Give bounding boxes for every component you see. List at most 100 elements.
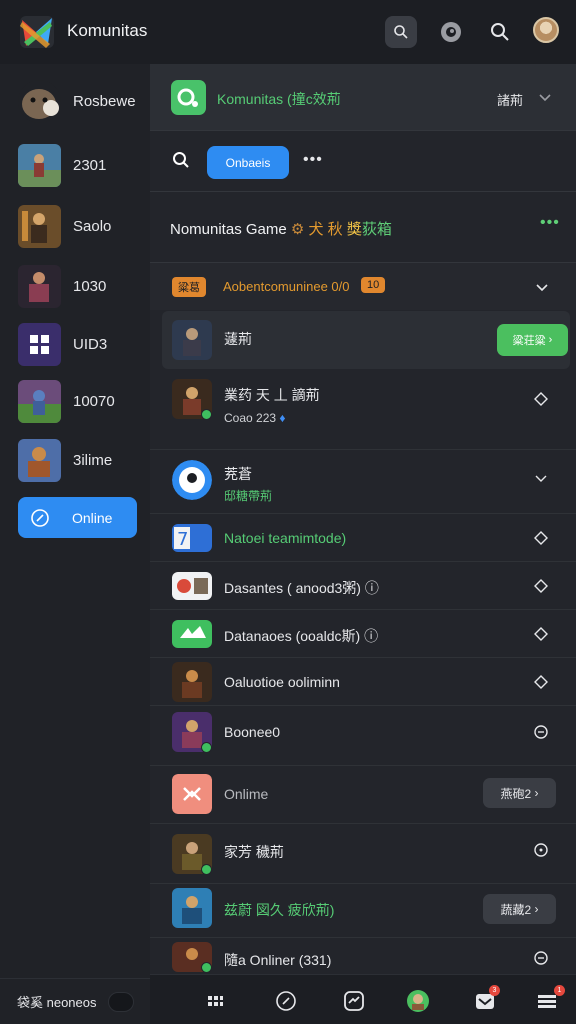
sidebar-item-3ilime[interactable]: 3ilime (18, 437, 138, 483)
main-panel: Komunitas (撞c效荊 諸荊 Onbaeis ••• Nomunitas… (150, 64, 576, 974)
chevron-down-icon[interactable] (533, 470, 549, 486)
diamond-icon[interactable] (533, 391, 549, 407)
sidebar-item-label: 10070 (73, 392, 115, 410)
minus-circle-icon[interactable] (533, 724, 549, 740)
sidebar-footer-label: 袋奚 neoneos (17, 995, 97, 1010)
game-thumb-icon (172, 620, 212, 648)
list-item[interactable]: 兹蔚 図久 疲欣荊) 蔬藏2 › (150, 883, 576, 937)
creature-avatar-icon (18, 79, 61, 123)
section-badge: 粱葛 (172, 277, 206, 297)
list-item-label: 兹蔚 図久 疲欣荊) (224, 902, 335, 918)
verified-badge (201, 742, 212, 753)
online-button-label: Online (72, 509, 113, 526)
disc-button[interactable] (435, 16, 467, 48)
disc-icon (441, 22, 461, 42)
sidebar-item-label: Rosbewe (73, 92, 136, 110)
sidebar-item-label: 2301 (73, 156, 107, 174)
grid-icon (18, 322, 61, 366)
chevron-down-icon[interactable] (538, 90, 552, 104)
community-header-right-label: 諸荊 (497, 93, 524, 108)
diamond-icon[interactable] (533, 674, 549, 690)
compass-icon (31, 508, 49, 527)
section-subheader[interactable]: 粱葛 Aobentcomuninee 0/0 10 (150, 262, 576, 310)
list-item[interactable]: 家芳 穢荊 (150, 823, 576, 883)
sidebar-item-label: 1030 (73, 277, 107, 295)
more-options-icon[interactable]: ••• (540, 214, 560, 232)
community-title: Komunitas (撞c效荊 (217, 91, 341, 107)
app-logo-icon[interactable] (18, 14, 56, 50)
list-item[interactable]: 蘧荊 粱荘粱 › (162, 311, 570, 369)
list-item[interactable]: Oaluotioe ooliminn (150, 657, 576, 705)
search-icon (394, 25, 408, 39)
footer-toggle[interactable] (108, 992, 134, 1012)
list-item-label: Datanaoes (ooaldc斯) ⓘ (224, 628, 379, 644)
list-item[interactable]: 茺蒼 邸糖帶荊 (150, 449, 576, 513)
search-bar: Onbaeis ••• (150, 130, 576, 192)
search-global-button[interactable] (484, 16, 516, 48)
list-item[interactable]: Onlime 燕砲2 › (150, 765, 576, 823)
game-thumb-icon (18, 204, 61, 248)
list-item[interactable]: Boonee0 (150, 705, 576, 765)
sidebar-item-rosbewe[interactable]: Rosbewe (18, 78, 138, 124)
sidebar-item-label: UID3 (73, 335, 108, 353)
filter-pill[interactable]: Onbaeis (207, 146, 289, 179)
notification-badge: 3 (489, 985, 500, 996)
diamond-icon[interactable] (533, 578, 549, 594)
compass-icon[interactable] (275, 990, 297, 1012)
community-header[interactable]: Komunitas (撞c效荊 諸荊 (150, 64, 576, 130)
game-thumb-icon: 7 (172, 524, 212, 552)
game-thumb-icon (18, 143, 61, 187)
list-item-label: 家芳 穢荊 (224, 844, 284, 860)
list-item-label: Boonee0 (224, 724, 281, 740)
sidebar-item-1030[interactable]: 1030 (18, 263, 138, 309)
svg-text:7: 7 (177, 529, 188, 550)
list-item-label: 蘧荊 (224, 331, 252, 347)
user-avatar[interactable] (533, 17, 559, 43)
sidebar-item-uid3[interactable]: UID3 (18, 321, 138, 367)
verified-badge (201, 864, 212, 875)
bottom-nav: 3 1 (150, 974, 576, 1024)
sidebar-item-saolo[interactable]: Saolo (18, 203, 138, 249)
avatar-icon (172, 460, 212, 500)
sidebar-item-2301[interactable]: 2301 (18, 142, 138, 188)
sidebar-item-label: 3ilime (73, 451, 113, 469)
action-button[interactable]: 蔬藏2 › (483, 894, 556, 924)
list-item[interactable]: Dasantes ( anood3粥) ⓘ (150, 561, 576, 609)
community-icon (171, 80, 206, 115)
section-title: Aobentcomuninee 0/0 (223, 279, 350, 294)
list-item-sub: 邸糖帶荊 (224, 489, 273, 503)
search-icon[interactable] (172, 151, 190, 169)
minus-circle-icon[interactable] (533, 950, 549, 966)
grid-icon[interactable] (206, 992, 224, 1010)
list-item-label: 業药 天 丄 謫荊 (224, 387, 320, 403)
game-title: Nomunitas Game ⚙ 犬 秋 獎荻箱 (170, 221, 392, 238)
top-bar: Komunitas (0, 0, 576, 64)
search-icon (491, 23, 509, 41)
menu-icon[interactable] (537, 991, 557, 1011)
game-thumb-icon (18, 264, 61, 308)
list-item-sub: Coao 223 ♦ (224, 411, 286, 425)
sidebar-item-10070[interactable]: 10070 (18, 378, 138, 424)
list-item[interactable]: 隨a Onliner (331) (150, 937, 576, 974)
online-button[interactable]: Online (18, 497, 137, 538)
search-button[interactable] (385, 16, 417, 48)
list-item[interactable]: Datanaoes (ooaldc斯) ⓘ (150, 609, 576, 657)
list-item[interactable]: 業药 天 丄 謫荊 Coao 223 ♦ (150, 369, 576, 449)
more-options-icon[interactable]: ••• (303, 151, 323, 169)
list-item-label: Oaluotioe ooliminn (224, 674, 340, 690)
game-thumb-icon (18, 379, 61, 423)
join-button[interactable]: 粱荘粱 › (497, 324, 568, 356)
action-button[interactable]: 燕砲2 › (483, 778, 556, 808)
notification-badge: 1 (554, 985, 565, 996)
chevron-down-icon[interactable] (535, 280, 549, 294)
link-icon[interactable] (343, 990, 365, 1012)
section-count-badge: 10 (361, 277, 386, 293)
list-item[interactable]: 7 Natoei teamimtode) (150, 513, 576, 561)
profile-avatar-icon[interactable] (406, 989, 430, 1013)
diamond-icon[interactable] (533, 530, 549, 546)
verified-badge (201, 409, 212, 420)
diamond-icon[interactable] (533, 626, 549, 642)
game-thumb-icon (172, 572, 212, 600)
dot-circle-icon[interactable] (533, 842, 549, 858)
list-item-label: 隨a Onliner (331) (224, 952, 332, 968)
